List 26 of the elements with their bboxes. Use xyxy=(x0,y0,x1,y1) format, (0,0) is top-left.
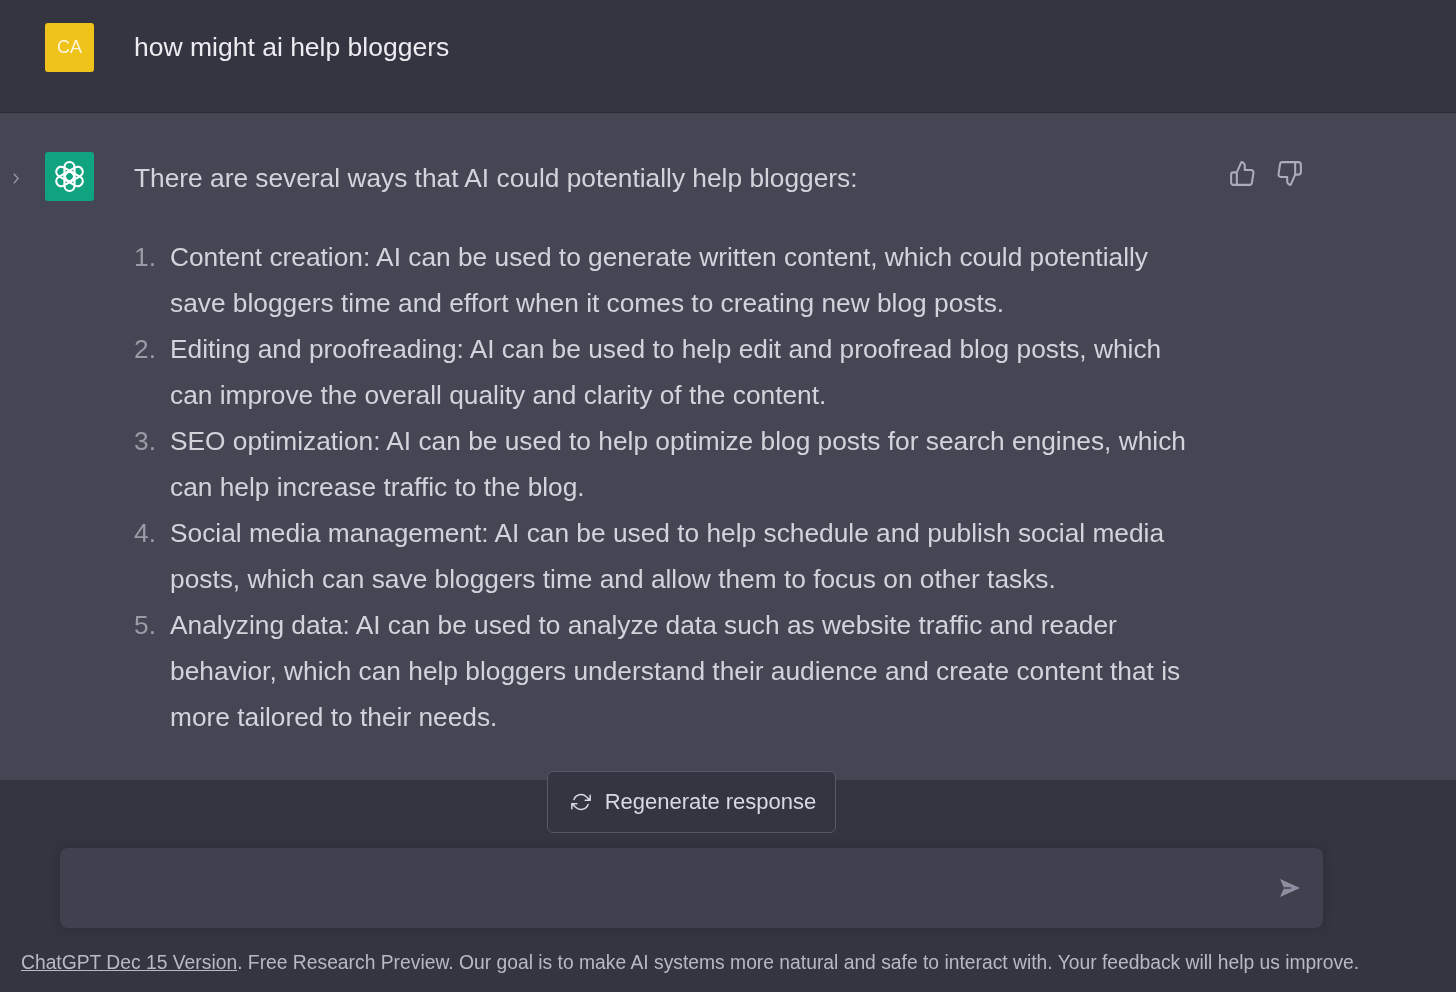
list-number: 2. xyxy=(134,333,154,366)
thumbs-down-button[interactable] xyxy=(1277,161,1302,186)
logo-icon xyxy=(45,152,94,201)
send-button[interactable] xyxy=(1279,877,1301,899)
thumbs-up-button[interactable] xyxy=(1230,161,1255,186)
list-number: 1. xyxy=(134,241,154,274)
list-item-text: Social media management: AI can be used to help schedule and publish social media posts, which can save bloggers time and allow them to focus on other tasks. xyxy=(170,517,1166,596)
version-link[interactable]: ChatGPT Dec 15 Version xyxy=(21,952,238,973)
footer-disclaimer: ChatGPT Dec 15 Version. Free Research Preview. Our goal is to make AI systems more natural and safe to interact with. Your feedback will help us improve. xyxy=(21,951,1360,975)
list-number: 4. xyxy=(134,517,154,550)
user-prompt-text: how might ai help bloggers xyxy=(134,31,450,64)
list-item-text: Editing and proofreading: AI can be used to help edit and proofread blog posts, which can improve the overall quality and clarity of the content. xyxy=(170,333,1163,412)
list-item-text: Analyzing data: AI can be used to analyze data such as website traffic and reader behavior, which can help bloggers understand their audience and create content that is more tailored to their needs. xyxy=(170,609,1182,734)
user-avatar: CA xyxy=(45,23,94,72)
list-number: 3. xyxy=(134,425,154,458)
thumbs-up-icon xyxy=(1230,161,1255,186)
response-intro-text: There are several ways that AI could potentially help bloggers: xyxy=(134,162,858,195)
regenerate-button[interactable]: Regenerate response xyxy=(547,771,836,833)
thumbs-down-icon xyxy=(1277,161,1302,186)
list-number: 5. xyxy=(134,609,154,642)
send-icon xyxy=(1279,877,1301,899)
message-input-field[interactable] xyxy=(60,848,1323,928)
list-item-text: Content creation: AI can be used to generate written content, which could potentially save bloggers time and effort when it comes to creating new blog posts. xyxy=(170,241,1149,320)
list-item-text: SEO optimization: AI can be used to help optimize blog posts for search engines, which can help increase traffic to the blog. xyxy=(170,425,1187,504)
refresh-icon xyxy=(570,792,591,812)
chevron-right-icon[interactable] xyxy=(13,173,19,184)
